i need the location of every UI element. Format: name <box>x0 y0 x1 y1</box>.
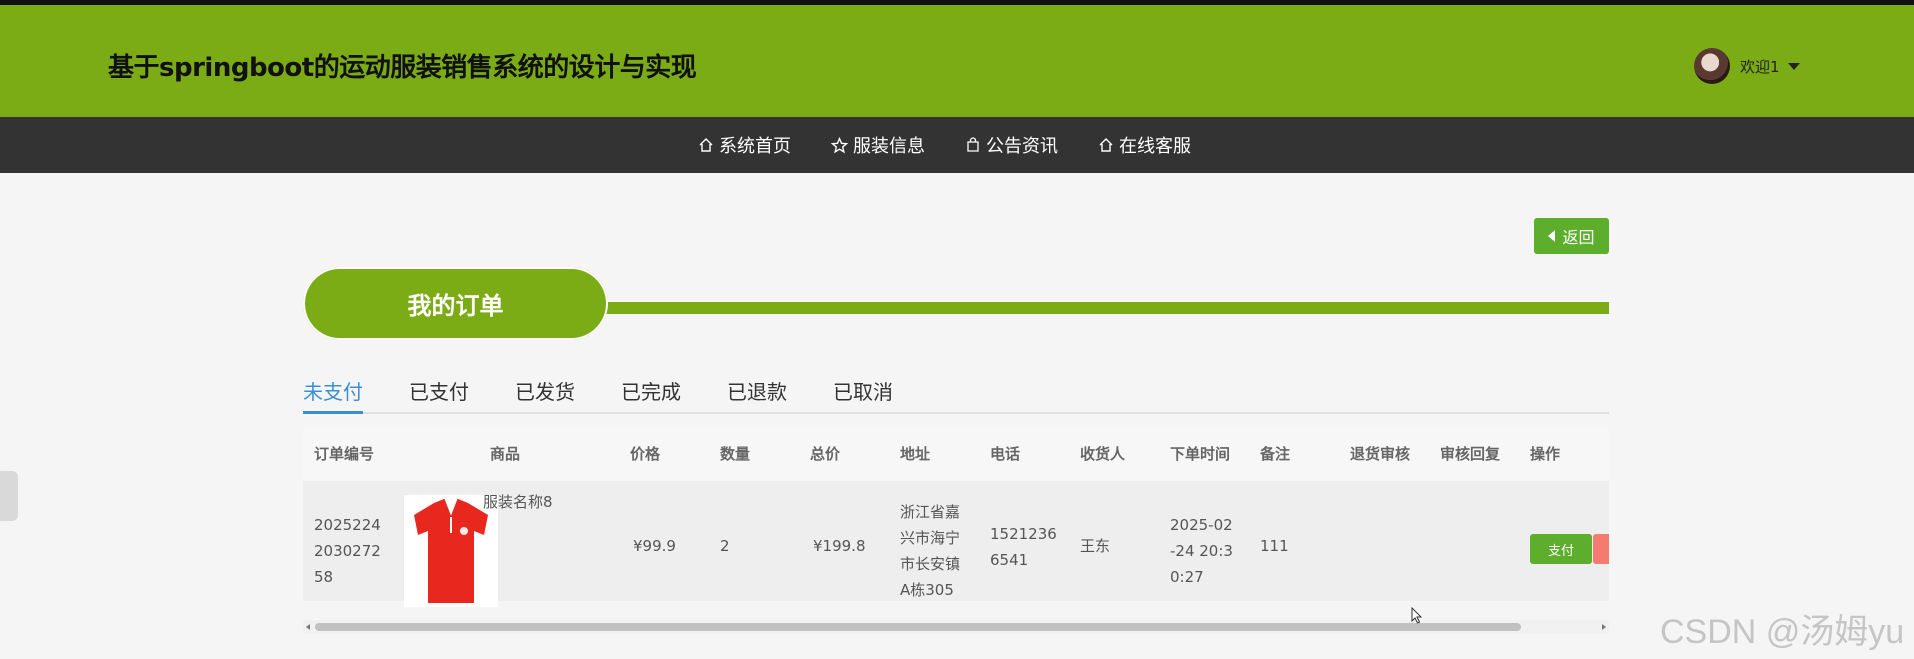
nav-item-label: 服装信息 <box>853 136 925 157</box>
nav-item-support[interactable]: 在线客服 <box>1098 132 1191 158</box>
site-header: 基于springboot的运动服装销售系统的设计与实现 欢迎1 <box>0 5 1914 117</box>
tab-cancelled[interactable]: 已取消 <box>833 372 893 410</box>
column-header: 退货审核 <box>1350 445 1411 463</box>
back-button[interactable]: 返回 <box>1534 218 1609 254</box>
column-header: 订单编号 <box>314 445 375 463</box>
home-icon <box>1099 138 1113 152</box>
quantity: 2 <box>720 537 730 555</box>
column-header: 操作 <box>1530 445 1561 463</box>
nav-item-label: 在线客服 <box>1119 136 1191 157</box>
column-header: 备注 <box>1260 445 1291 463</box>
scroll-left-arrow-icon[interactable] <box>306 624 310 630</box>
watermark: CSDN @汤姆yu <box>1660 613 1905 651</box>
main-nav: 系统首页 服装信息 公告资讯 在线客服 <box>0 117 1914 173</box>
scroll-thumb[interactable] <box>315 623 1521 631</box>
column-header: 电话 <box>990 445 1021 463</box>
pay-button[interactable]: 支付 <box>1530 534 1592 564</box>
column-header: 数量 <box>720 445 751 463</box>
side-float-tab[interactable] <box>0 471 18 521</box>
receiver: 王东 <box>1080 537 1111 555</box>
address: 浙江省嘉 兴市海宁 市长安镇 A栋305 <box>900 503 961 599</box>
price: ¥99.9 <box>633 537 676 555</box>
column-header: 审核回复 <box>1440 445 1501 463</box>
column-header: 地址 <box>900 445 931 463</box>
tab-paid[interactable]: 已支付 <box>409 372 469 410</box>
nav-item-home[interactable]: 系统首页 <box>698 132 791 158</box>
column-header: 总价 <box>810 445 841 463</box>
title-divider <box>600 302 1609 314</box>
tab-completed[interactable]: 已完成 <box>621 372 681 410</box>
home-icon <box>699 138 713 152</box>
cancel-order-button[interactable] <box>1593 534 1609 564</box>
table-header: 订单编号 商品 价格 数量 总价 地址 电话 收货人 下单时间 备注 退货审核 … <box>303 427 1609 481</box>
avatar[interactable] <box>1694 48 1730 84</box>
mouse-cursor-icon <box>1411 607 1423 624</box>
nav-item-news[interactable]: 公告资讯 <box>965 132 1058 158</box>
product-name[interactable]: 服装名称8 <box>483 489 553 515</box>
note: 111 <box>1260 537 1289 555</box>
caret-left-icon <box>1548 230 1556 242</box>
total-price: ¥199.8 <box>813 537 866 555</box>
bag-icon <box>967 137 979 152</box>
table-row: 2025224 2030272 58 服装名称8 ¥99.9 2 ¥199.8 … <box>303 481 1609 607</box>
caret-down-icon[interactable] <box>1787 62 1800 70</box>
nav-item-clothing[interactable]: 服装信息 <box>831 132 925 158</box>
site-title: 基于springboot的运动服装销售系统的设计与实现 <box>108 53 697 83</box>
nav-item-label: 系统首页 <box>719 136 791 157</box>
order-time: 2025-02 -24 20:3 0:27 <box>1170 516 1233 586</box>
column-header: 商品 <box>490 445 521 463</box>
star-icon <box>831 136 848 153</box>
tab-refunded[interactable]: 已退款 <box>727 372 787 410</box>
order-number: 2025224 2030272 58 <box>314 516 381 586</box>
user-menu[interactable]: 欢迎1 <box>1694 47 1800 85</box>
column-header: 收货人 <box>1080 445 1126 463</box>
tab-shipped[interactable]: 已发货 <box>515 372 575 410</box>
welcome-text: 欢迎1 <box>1740 57 1780 76</box>
page-title: 我的订单 <box>303 267 608 340</box>
tab-unpaid[interactable]: 未支付 <box>303 372 363 414</box>
nav-item-label: 公告资讯 <box>986 136 1058 157</box>
order-status-tabs: 未支付 已支付 已发货 已完成 已退款 已取消 <box>303 372 1609 414</box>
phone: 1521236 6541 <box>990 525 1057 569</box>
column-header: 下单时间 <box>1170 445 1231 463</box>
scroll-right-arrow-icon[interactable] <box>1602 624 1606 630</box>
back-label: 返回 <box>1562 228 1595 247</box>
orders-table: 订单编号 商品 价格 数量 总价 地址 电话 收货人 下单时间 备注 退货审核 … <box>303 427 1609 627</box>
column-header: 价格 <box>630 445 661 463</box>
